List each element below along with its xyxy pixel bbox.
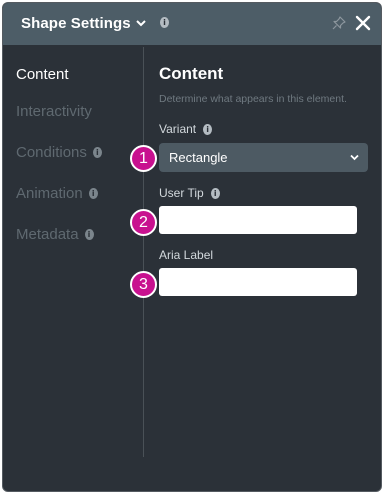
user-tip-label-text: User Tip <box>159 186 204 200</box>
aria-label-label: Aria Label <box>159 248 214 262</box>
section-title: Content <box>159 64 224 83</box>
info-icon: i <box>92 147 102 158</box>
user-tip-label: User Tip i <box>159 186 220 201</box>
sidebar-item-content[interactable]: Content <box>16 66 69 84</box>
sidebar-item-label: Conditions <box>16 144 87 161</box>
variant-select-value: Rectangle <box>169 150 228 165</box>
info-icon: i <box>203 124 213 135</box>
pin-icon[interactable] <box>331 15 347 31</box>
sidebar-item-label: Metadata <box>16 226 79 243</box>
sidebar-divider <box>143 47 144 457</box>
variant-label-text: Variant <box>159 122 197 136</box>
info-icon: i <box>210 188 220 199</box>
sidebar-item-animation[interactable]: Animation i <box>16 185 98 203</box>
close-icon[interactable] <box>353 13 373 33</box>
panel-title[interactable]: Shape Settings <box>21 15 131 33</box>
section-description: Determine what appears in this element. <box>159 93 347 105</box>
chevron-down-icon <box>350 154 359 161</box>
sidebar-item-interactivity[interactable]: Interactivity <box>16 103 92 121</box>
info-icon: i <box>84 229 94 240</box>
sidebar-item-metadata[interactable]: Metadata i <box>16 226 94 244</box>
user-tip-input[interactable] <box>159 206 357 234</box>
step-badge-3: 3 <box>130 271 157 298</box>
sidebar-item-label: Content <box>16 66 69 83</box>
variant-select[interactable]: Rectangle <box>159 143 368 172</box>
info-icon: i <box>160 17 169 28</box>
variant-label: Variant i <box>159 122 213 137</box>
info-icon: i <box>88 188 98 199</box>
sidebar-item-label: Interactivity <box>16 103 92 120</box>
sidebar-item-conditions[interactable]: Conditions i <box>16 144 102 162</box>
sidebar-item-label: Animation <box>16 185 83 202</box>
aria-label-input[interactable] <box>159 268 357 296</box>
step-badge-1: 1 <box>130 145 157 172</box>
step-badge-2: 2 <box>130 209 157 236</box>
panel-header: Shape Settings i <box>3 3 381 45</box>
chevron-down-icon[interactable] <box>135 17 147 29</box>
shape-settings-panel: Shape Settings i Content Interactivity C… <box>2 2 382 492</box>
